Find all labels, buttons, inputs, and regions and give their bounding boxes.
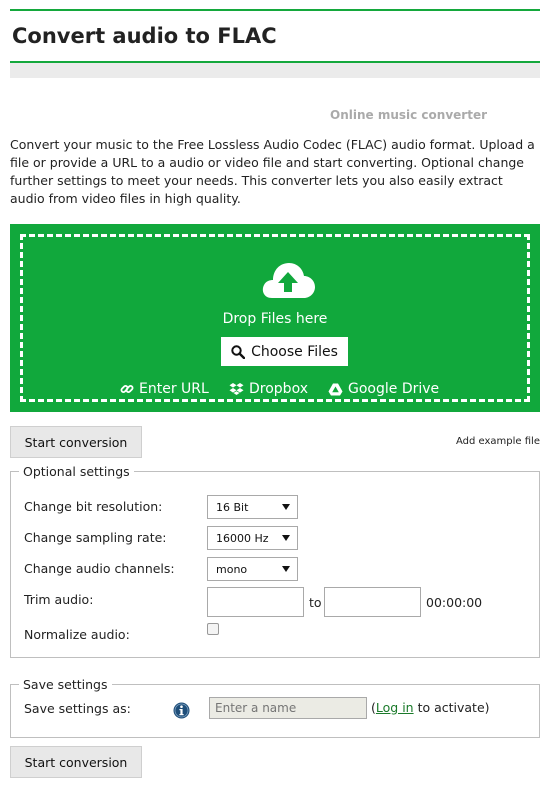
add-example-file-link[interactable]: Add example file (456, 436, 540, 447)
trim-end-input[interactable] (324, 587, 421, 617)
optional-settings-panel: Optional settings Change bit resolution:… (10, 464, 540, 658)
search-icon (231, 344, 246, 359)
cloud-upload-icon[interactable] (260, 260, 316, 300)
dropbox-label: Dropbox (249, 381, 308, 397)
choose-files-label: Choose Files (251, 343, 338, 360)
sampling-rate-value: 16000 Hz (216, 531, 269, 545)
dropzone-dashed-area[interactable]: Drop Files here Choose Files Enter URL D… (20, 234, 530, 402)
trim-to-label: to (309, 595, 322, 610)
top-accent-line (10, 9, 540, 11)
google-drive-link[interactable]: Google Drive (328, 381, 439, 397)
trim-audio-label: Trim audio: (24, 592, 94, 607)
info-icon[interactable] (173, 702, 190, 719)
intro-text: Convert your music to the Free Lossless … (10, 137, 535, 206)
upload-dropzone[interactable]: Drop Files here Choose Files Enter URL D… (10, 224, 540, 412)
enter-url-label: Enter URL (139, 381, 209, 397)
chevron-down-icon (282, 566, 290, 572)
sampling-rate-label: Change sampling rate: (24, 530, 167, 545)
audio-channels-label: Change audio channels: (24, 561, 175, 576)
save-settings-legend: Save settings (19, 677, 112, 692)
audio-channels-select[interactable]: mono (207, 557, 298, 581)
drop-files-text: Drop Files here (222, 311, 328, 327)
google-drive-icon (328, 383, 343, 395)
trim-time-display: 00:00:00 (426, 595, 483, 610)
audio-channels-value: mono (216, 562, 248, 576)
chevron-down-icon (282, 535, 290, 541)
page-subtitle: Online music converter (330, 108, 487, 122)
save-settings-panel: Save settings Save settings as: (Log in … (10, 677, 540, 738)
start-conversion-button-bottom[interactable]: Start conversion (10, 746, 142, 778)
normalize-audio-checkbox[interactable] (207, 623, 219, 635)
save-settings-label: Save settings as: (24, 701, 131, 716)
normalize-audio-label: Normalize audio: (24, 627, 130, 642)
link-icon (120, 385, 134, 393)
bit-resolution-value: 16 Bit (216, 500, 249, 514)
sampling-rate-select[interactable]: 16000 Hz (207, 526, 298, 550)
bit-resolution-label: Change bit resolution: (24, 499, 163, 514)
bit-resolution-select[interactable]: 16 Bit (207, 495, 298, 519)
header-gray-bar (10, 63, 540, 78)
dropbox-link[interactable]: Dropbox (229, 381, 308, 397)
trim-start-input[interactable] (207, 587, 304, 617)
enter-url-link[interactable]: Enter URL (120, 381, 209, 397)
google-drive-label: Google Drive (348, 381, 440, 397)
log-in-link[interactable]: Log in (376, 700, 414, 715)
login-suffix: to activate) (413, 700, 490, 715)
settings-name-input[interactable] (209, 697, 367, 719)
chevron-down-icon (282, 504, 290, 510)
start-conversion-button[interactable]: Start conversion (10, 426, 142, 458)
optional-settings-legend: Optional settings (19, 464, 134, 479)
choose-files-button[interactable]: Choose Files (221, 337, 348, 366)
login-hint: (Log in to activate) (371, 700, 490, 715)
page-title: Convert audio to FLAC (12, 24, 277, 48)
dropbox-icon (229, 383, 244, 395)
